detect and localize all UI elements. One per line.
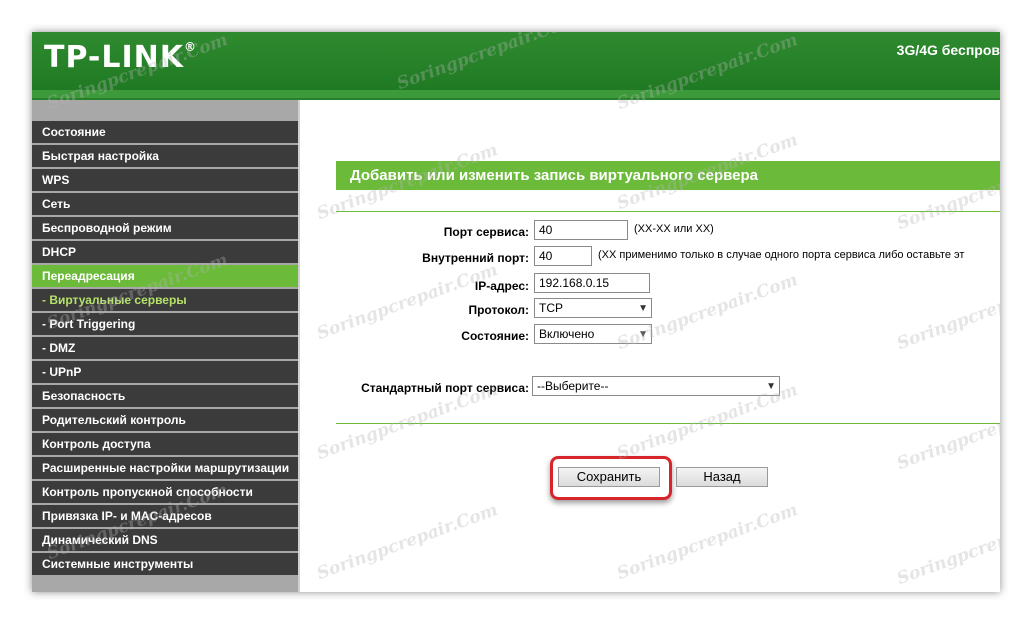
sidebar-item-system-tools[interactable]: Системные инструменты — [32, 553, 298, 575]
header-stripe — [32, 90, 1000, 100]
sidebar-divider — [298, 100, 300, 592]
sidebar-item-ip-mac-binding[interactable]: Привязка IP- и MAC-адресов — [32, 505, 298, 527]
ip-address-input[interactable] — [534, 273, 650, 293]
service-port-hint: (XX-XX или XX) — [634, 223, 714, 235]
ip-address-label: IP-адрес: — [474, 279, 529, 293]
model-title: 3G/4G беспров — [896, 42, 1000, 58]
sidebar-item-security[interactable]: Безопасность — [32, 385, 298, 407]
sidebar-item-advanced-routing[interactable]: Расширенные настройки маршрутизации — [32, 457, 298, 479]
logo-registered-mark: ® — [184, 40, 198, 54]
sidebar-item-dmz[interactable]: - DMZ — [32, 337, 298, 359]
sidebar-item-port-triggering[interactable]: - Port Triggering — [32, 313, 298, 335]
sidebar-item-access-control[interactable]: Контроль доступа — [32, 433, 298, 455]
common-port-label: Стандартный порт сервиса: — [361, 381, 529, 395]
sidebar-item-status[interactable]: Состояние — [32, 121, 298, 143]
sidebar-item-wps[interactable]: WPS — [32, 169, 298, 191]
status-select[interactable]: Включено ▼ — [534, 324, 652, 344]
protocol-select[interactable]: TCP ▼ — [534, 298, 652, 318]
status-label: Состояние: — [461, 329, 529, 343]
protocol-select-value: TCP — [539, 301, 563, 315]
divider-bottom — [336, 423, 1000, 424]
service-port-label: Порт сервиса: — [443, 225, 529, 239]
chevron-down-icon: ▼ — [638, 329, 648, 340]
router-admin-window: TP-LINK® 3G/4G беспров Состояние Быстрая… — [32, 32, 1000, 592]
service-port-input[interactable] — [534, 220, 628, 240]
sidebar-item-forwarding[interactable]: Переадресация — [32, 265, 298, 287]
back-button[interactable]: Назад — [676, 467, 768, 487]
internal-port-hint: (XX применимо только в случае одного пор… — [598, 249, 965, 261]
sidebar-item-bandwidth-control[interactable]: Контроль пропускной способности — [32, 481, 298, 503]
sidebar-item-quick-setup[interactable]: Быстрая настройка — [32, 145, 298, 167]
sidebar-menu: Состояние Быстрая настройка WPS Сеть Бес… — [32, 121, 298, 577]
sidebar-item-upnp[interactable]: - UPnP — [32, 361, 298, 383]
save-button[interactable]: Сохранить — [558, 467, 660, 487]
sidebar-item-dhcp[interactable]: DHCP — [32, 241, 298, 263]
tp-link-logo: TP-LINK® — [44, 40, 197, 75]
status-select-value: Включено — [539, 327, 595, 341]
page-title: Добавить или изменить запись виртуальног… — [336, 161, 1000, 190]
divider-top — [336, 211, 1000, 212]
common-port-select[interactable]: --Выберите-- ▼ — [532, 376, 780, 396]
sidebar-item-virtual-servers[interactable]: - Виртуальные серверы — [32, 289, 298, 311]
sidebar-item-network[interactable]: Сеть — [32, 193, 298, 215]
internal-port-input[interactable] — [534, 246, 592, 266]
main-content: Добавить или изменить запись виртуальног… — [302, 100, 1000, 592]
sidebar-item-dynamic-dns[interactable]: Динамический DNS — [32, 529, 298, 551]
chevron-down-icon: ▼ — [638, 303, 648, 314]
protocol-label: Протокол: — [468, 303, 529, 317]
header-bar: TP-LINK® 3G/4G беспров — [32, 32, 1000, 90]
sidebar: Состояние Быстрая настройка WPS Сеть Бес… — [32, 100, 298, 592]
common-port-select-value: --Выберите-- — [537, 379, 609, 393]
internal-port-label: Внутренний порт: — [422, 251, 529, 265]
chevron-down-icon: ▼ — [766, 381, 776, 392]
sidebar-item-parental-control[interactable]: Родительский контроль — [32, 409, 298, 431]
sidebar-item-wireless[interactable]: Беспроводной режим — [32, 217, 298, 239]
logo-text: TP-LINK — [44, 40, 185, 75]
